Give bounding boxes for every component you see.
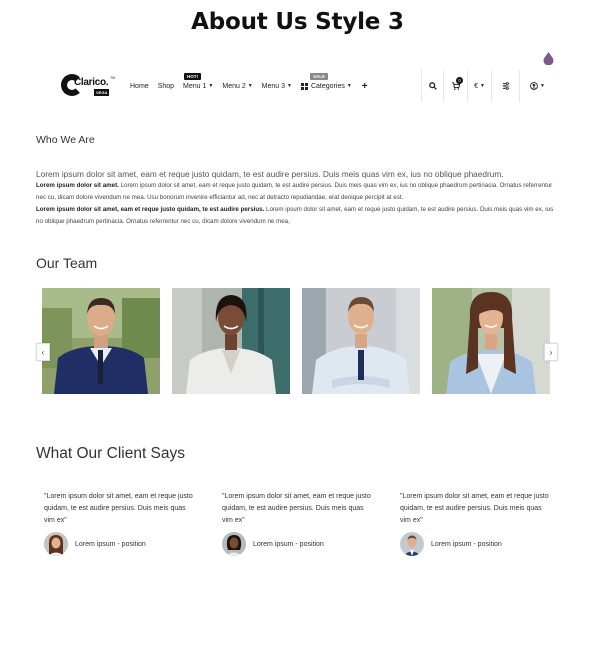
chevron-down-icon: ▼ <box>346 83 352 89</box>
testimonial-author: Lorem ipsum - position <box>222 532 324 556</box>
who-paragraph-2-bold: Lorem ipsum dolor sit amet, eam et reque… <box>36 206 265 213</box>
team-member-2-image <box>172 288 290 394</box>
who-we-are-title: Who We Are <box>36 134 95 146</box>
cart-button[interactable]: 0 <box>443 70 467 102</box>
chevron-down-icon: ▼ <box>479 83 485 89</box>
search-icon <box>428 82 437 90</box>
site-header: Clarico. TM VEGA Home Shop HOT! Menu 1 ▼ … <box>59 70 555 102</box>
chevron-left-icon: ‹ <box>41 347 45 357</box>
user-menu[interactable]: ▼ <box>519 70 555 102</box>
avatar <box>44 532 68 556</box>
testimonial-author-name: Lorem ipsum - position <box>431 540 502 548</box>
filter-icon <box>502 82 509 90</box>
who-paragraph-1-bold: Lorem ipsum dolor sit amet. <box>36 182 119 189</box>
chevron-down-icon: ▼ <box>247 83 253 89</box>
nav-categories[interactable]: SALE Categories ▼ <box>300 72 352 90</box>
who-paragraph-1: Lorem ipsum dolor sit amet. Lorem ipsum … <box>36 180 561 204</box>
chevron-right-icon: › <box>549 347 553 357</box>
page-title: About Us Style 3 <box>191 9 404 35</box>
team-member-1-image <box>42 288 160 394</box>
testimonial-author-name: Lorem ipsum - position <box>75 540 146 548</box>
avatar <box>222 532 246 556</box>
who-paragraph-2: Lorem ipsum dolor sit amet, eam et reque… <box>36 204 561 228</box>
cart-count-badge: 0 <box>456 77 463 84</box>
logo[interactable]: Clarico. TM VEGA <box>61 73 115 99</box>
testimonial-author: Lorem ipsum - position <box>44 532 146 556</box>
chevron-down-icon: ▼ <box>540 83 545 89</box>
nav-menu-3[interactable]: Menu 3 ▼ <box>262 83 292 90</box>
testimonial-quote: "Lorem ipsum dolor sit amet, eam et requ… <box>400 493 549 524</box>
hot-badge: HOT! <box>184 72 202 80</box>
drop-icon <box>543 52 554 65</box>
logo-text: Clarico. <box>74 77 109 88</box>
carousel-prev-button[interactable]: ‹ <box>36 343 50 361</box>
client-says-title: What Our Client Says <box>36 445 186 462</box>
plus-icon[interactable]: + <box>362 81 368 92</box>
nav-shop[interactable]: Shop <box>158 83 174 90</box>
who-lead-text: Lorem ipsum dolor sit amet, eam et reque… <box>36 169 504 179</box>
nav-menu-1[interactable]: HOT! Menu 1 ▼ <box>183 72 214 90</box>
grid-icon <box>300 82 308 90</box>
team-member-photo[interactable] <box>302 288 420 394</box>
team-member-3-image <box>302 288 420 394</box>
chevron-down-icon: ▼ <box>208 83 214 89</box>
our-team-title: Our Team <box>36 255 98 271</box>
currency-selector[interactable]: € ▼ <box>467 70 491 102</box>
filter-button[interactable] <box>491 70 519 102</box>
testimonial-author-name: Lorem ipsum - position <box>253 540 324 548</box>
header-tools: 0 € ▼ ▼ <box>421 70 555 102</box>
team-member-photo[interactable] <box>432 288 550 394</box>
search-button[interactable] <box>421 70 443 102</box>
chevron-down-icon: ▼ <box>287 83 292 89</box>
team-member-4-image <box>432 288 550 394</box>
testimonial-quote: "Lorem ipsum dolor sit amet, eam et requ… <box>222 493 371 524</box>
carousel-next-button[interactable]: › <box>544 343 558 361</box>
testimonial-author: Lorem ipsum - position <box>400 532 502 556</box>
team-member-photo[interactable] <box>172 288 290 394</box>
testimonial-quote: "Lorem ipsum dolor sit amet, eam et requ… <box>44 493 193 524</box>
logo-tm: TM <box>110 76 116 80</box>
sale-badge: SALE <box>309 72 328 80</box>
main-nav: Home Shop HOT! Menu 1 ▼ Menu 2 ▼ Menu 3 ▼ S… <box>130 70 377 102</box>
nav-menu-2[interactable]: Menu 2 ▼ <box>222 83 252 90</box>
nav-home[interactable]: Home <box>130 83 149 90</box>
team-member-photo[interactable] <box>42 288 160 394</box>
user-icon <box>530 82 538 90</box>
avatar <box>400 532 424 556</box>
logo-badge: VEGA <box>94 89 110 96</box>
